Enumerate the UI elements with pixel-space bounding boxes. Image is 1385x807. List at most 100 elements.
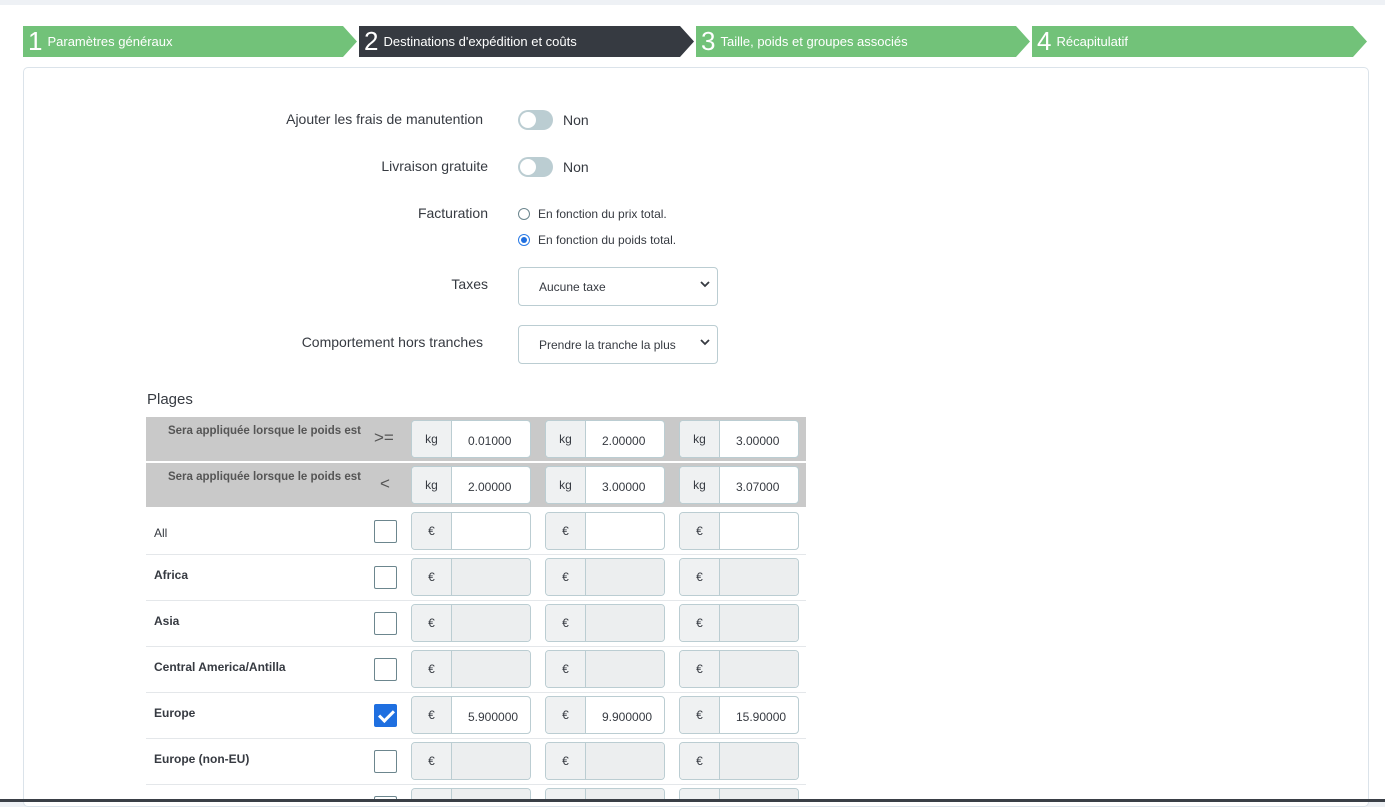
price-value[interactable]	[586, 605, 664, 641]
unit-addon: kg	[546, 421, 586, 457]
range-max-input-3[interactable]: kg 3.07000	[679, 466, 799, 504]
price-value[interactable]	[720, 559, 798, 595]
currency-addon: €	[412, 743, 452, 779]
price-value[interactable]	[452, 605, 530, 641]
range-max-input-2[interactable]: kg 3.00000	[545, 466, 665, 504]
unit-addon: kg	[412, 467, 452, 503]
zone-price-africa-3[interactable]: €	[679, 558, 799, 596]
zone-checkbox-asia[interactable]	[374, 612, 397, 635]
zone-price-all-1[interactable]: €	[411, 512, 531, 550]
price-value[interactable]	[586, 743, 664, 779]
chevron-down-icon	[699, 336, 711, 348]
zone-price-all-3[interactable]: €	[679, 512, 799, 550]
step-label: Taille, poids et groupes associés	[720, 34, 908, 49]
range-max-input-1[interactable]: kg 2.00000	[411, 466, 531, 504]
range-min-label: Sera appliquée lorsque le poids est	[167, 425, 361, 437]
range-min-value[interactable]: 0.01000	[452, 421, 530, 457]
zone-price-asia-1[interactable]: €	[411, 604, 531, 642]
zone-price-all-2[interactable]: €	[545, 512, 665, 550]
billing-total-price-label[interactable]: En fonction du prix total.	[538, 207, 667, 221]
zone-name: All	[154, 526, 168, 540]
chevron-down-icon	[700, 281, 710, 288]
currency-addon: €	[412, 513, 452, 549]
zone-price-europe-non-eu-3[interactable]: €	[679, 742, 799, 780]
step-number: 4	[1037, 26, 1052, 56]
free-shipping-value: Non	[563, 159, 589, 175]
price-value[interactable]	[586, 559, 664, 595]
zone-price-central-america-2[interactable]: €	[545, 650, 665, 688]
currency-addon: €	[680, 605, 720, 641]
zone-price-next-2[interactable]	[545, 788, 665, 799]
price-value[interactable]	[720, 743, 798, 779]
zone-price-central-america-1[interactable]: €	[411, 650, 531, 688]
currency-addon: €	[680, 651, 720, 687]
zone-price-europe-2[interactable]: €9.900000	[545, 696, 665, 734]
currency-addon: €	[680, 559, 720, 595]
price-value[interactable]	[452, 513, 530, 549]
range-min-input-1[interactable]: kg 0.01000	[411, 420, 531, 458]
currency-addon: €	[546, 513, 586, 549]
billing-total-weight-radio[interactable]	[518, 234, 530, 246]
zone-name: Europe	[154, 706, 196, 720]
zone-price-africa-1[interactable]: €	[411, 558, 531, 596]
price-value[interactable]	[452, 743, 530, 779]
step-label: Récapitulatif	[1056, 34, 1129, 49]
zone-price-europe-1[interactable]: €5.900000	[411, 696, 531, 734]
price-value[interactable]	[452, 559, 530, 595]
step-destinations-costs[interactable]: 2 Destinations d'expédition et coûts	[359, 26, 694, 57]
range-min-value[interactable]: 2.00000	[586, 421, 664, 457]
zone-price-next-3[interactable]	[679, 788, 799, 799]
range-min-value[interactable]: 3.00000	[720, 421, 798, 457]
price-value[interactable]	[452, 789, 530, 799]
price-value[interactable]	[586, 513, 664, 549]
range-max-value[interactable]: 3.07000	[720, 467, 798, 503]
handling-fees-switch[interactable]	[518, 110, 553, 130]
price-value[interactable]: 15.90000	[720, 697, 798, 733]
zone-price-europe-non-eu-2[interactable]: €	[545, 742, 665, 780]
step-size-weight-groups[interactable]: 3 Taille, poids et groupes associés	[696, 26, 1030, 57]
taxes-label: Taxes	[451, 276, 488, 292]
free-shipping-switch[interactable]	[518, 157, 553, 177]
price-value[interactable]	[586, 789, 664, 799]
zone-price-europe-non-eu-1[interactable]: €	[411, 742, 531, 780]
range-max-value[interactable]: 2.00000	[452, 467, 530, 503]
step-label: Paramètres généraux	[47, 34, 173, 49]
price-value[interactable]: 9.900000	[586, 697, 664, 733]
zone-price-central-america-3[interactable]: €	[679, 650, 799, 688]
zone-name: Europe (non-EU)	[154, 752, 250, 766]
billing-total-weight-label[interactable]: En fonction du poids total.	[538, 233, 676, 247]
zone-price-next-1[interactable]	[411, 788, 531, 799]
zone-checkbox-europe-non-eu[interactable]	[374, 750, 397, 773]
range-max-value[interactable]: 3.00000	[586, 467, 664, 503]
out-of-range-select[interactable]: Prendre la tranche la plus	[518, 325, 718, 364]
price-value[interactable]	[720, 513, 798, 549]
range-min-input-2[interactable]: kg 2.00000	[545, 420, 665, 458]
currency-addon: €	[412, 605, 452, 641]
price-value[interactable]	[586, 651, 664, 687]
price-value[interactable]	[720, 789, 798, 799]
zone-price-asia-2[interactable]: €	[545, 604, 665, 642]
billing-label: Facturation	[417, 205, 488, 221]
zone-price-africa-2[interactable]: €	[545, 558, 665, 596]
currency-addon: €	[412, 697, 452, 733]
range-min-input-3[interactable]: kg 3.00000	[679, 420, 799, 458]
zone-price-asia-3[interactable]: €	[679, 604, 799, 642]
zone-checkbox-africa[interactable]	[374, 566, 397, 589]
step-general-settings[interactable]: 1 Paramètres généraux	[23, 26, 357, 57]
zone-price-europe-3[interactable]: €15.90000	[679, 696, 799, 734]
billing-total-price-radio[interactable]	[518, 208, 530, 220]
currency-addon	[546, 789, 586, 799]
price-value[interactable]	[720, 651, 798, 687]
zone-checkbox-europe[interactable]	[374, 704, 397, 727]
handling-fees-label: Ajouter les frais de manutention	[286, 111, 483, 127]
zone-checkbox-all[interactable]	[374, 520, 397, 543]
page: 1 Paramètres généraux 2 Destinations d'e…	[0, 0, 1385, 807]
zone-checkbox-central-america[interactable]	[374, 658, 397, 681]
price-value[interactable]	[720, 605, 798, 641]
price-value[interactable]: 5.900000	[452, 697, 530, 733]
step-number: 2	[364, 26, 379, 56]
step-summary[interactable]: 4 Récapitulatif	[1032, 26, 1367, 57]
taxes-select[interactable]: Aucune taxe	[518, 267, 718, 306]
price-value[interactable]	[452, 651, 530, 687]
currency-addon: €	[412, 559, 452, 595]
